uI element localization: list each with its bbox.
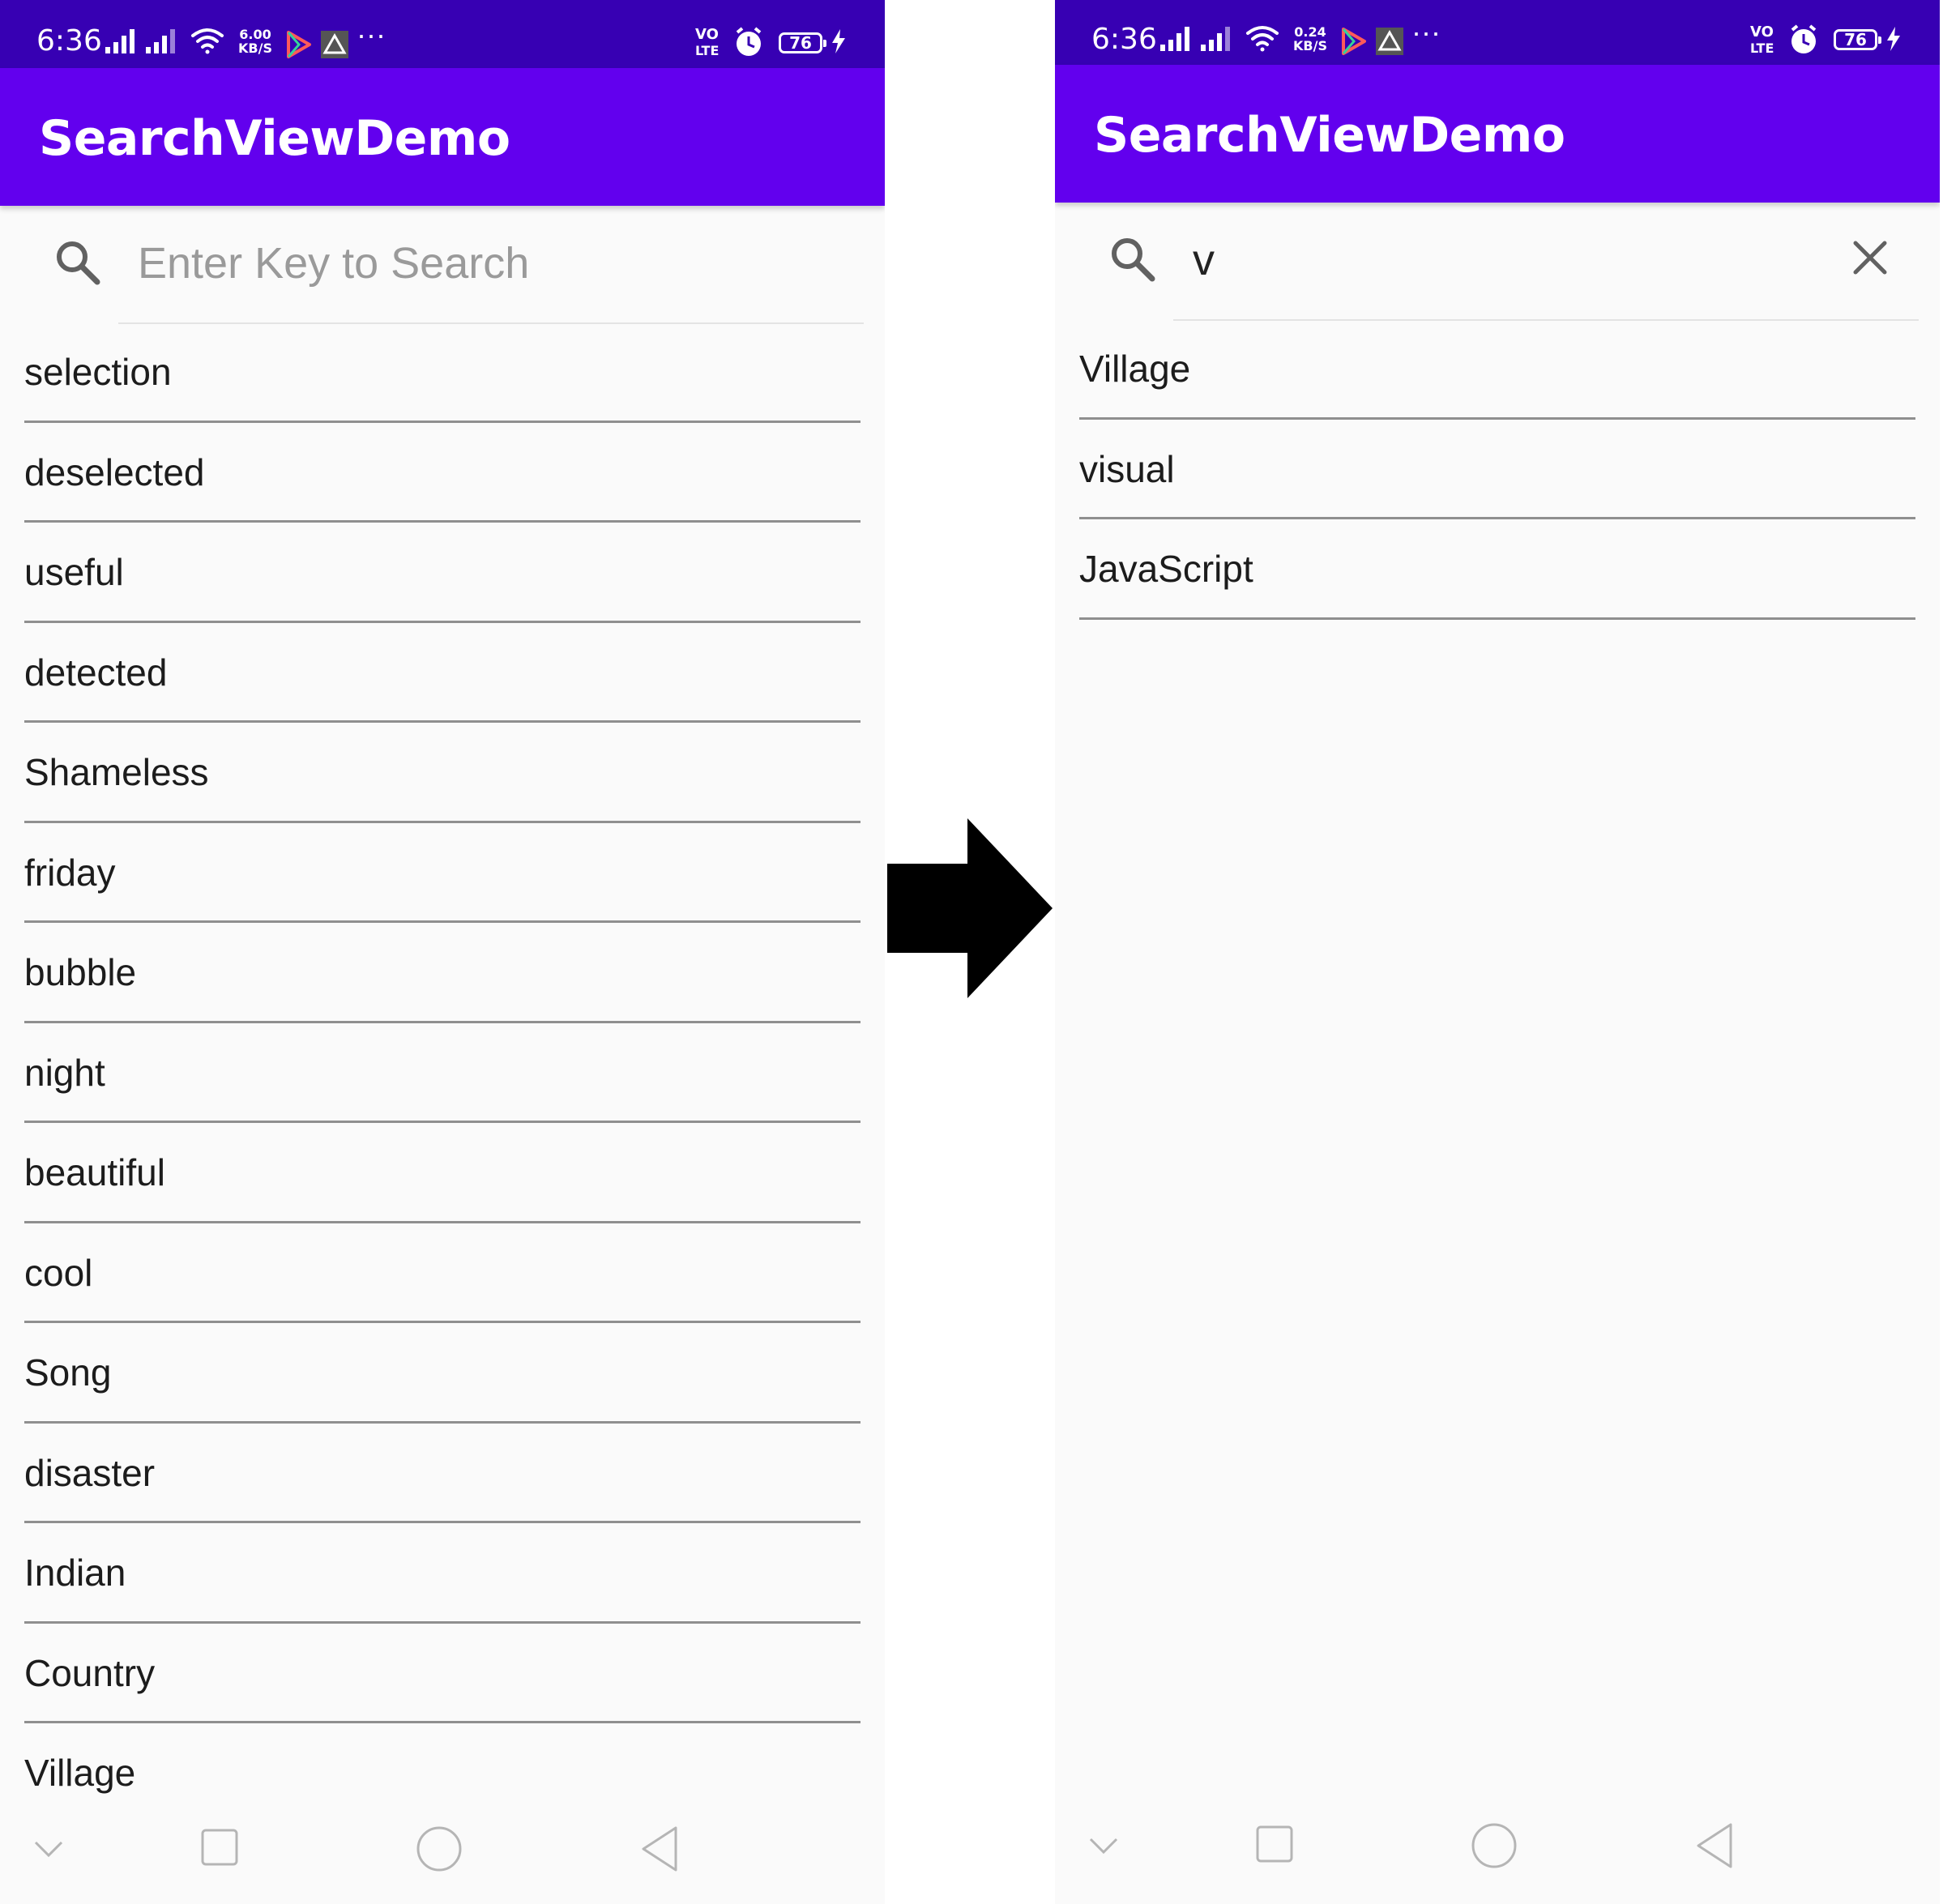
battery-icon: 76: [779, 32, 826, 53]
status-bar: 6:36 0.24 KB/S ··· VO LTE 76: [1055, 0, 1940, 65]
volte-alarm-icons: VO LTE: [695, 26, 762, 58]
list-item[interactable]: bubble: [24, 923, 860, 1023]
results-list[interactable]: Village visual JavaScript: [1079, 319, 1915, 635]
status-bar: 6:36 6.00 KB/S ··· VO LTE 76: [0, 0, 885, 68]
more-notifications-icon: ···: [1411, 15, 1441, 49]
list-item[interactable]: beautiful: [24, 1123, 860, 1223]
search-input[interactable]: [118, 235, 864, 292]
navigation-bar: [0, 1794, 885, 1904]
list-item[interactable]: detected: [24, 623, 860, 723]
cell-signal-icon: [1160, 27, 1189, 51]
back-icon[interactable]: [640, 1825, 681, 1873]
net-speed: 6.00 KB/S: [238, 27, 272, 56]
cell-signal-icon: [146, 29, 175, 53]
list-item[interactable]: selection: [24, 322, 860, 423]
charging-icon: [1887, 27, 1900, 51]
list-item[interactable]: deselected: [24, 423, 860, 523]
svg-text:LTE: LTE: [1750, 41, 1774, 56]
list-item[interactable]: Song: [24, 1323, 860, 1424]
list-item[interactable]: night: [24, 1023, 860, 1123]
list-item[interactable]: Shameless: [24, 723, 860, 823]
search-icon: [57, 241, 100, 285]
alarm-icon: [736, 27, 762, 56]
net-speed: 0.24 KB/S: [1293, 24, 1327, 53]
navigation-bar: [1055, 1791, 1940, 1901]
list-item[interactable]: disaster: [24, 1424, 860, 1523]
app-title: SearchViewDemo: [1094, 107, 1565, 164]
app-bar: SearchViewDemo: [1055, 65, 1940, 203]
signal-wifi-icons: [1160, 26, 1279, 52]
list-item[interactable]: Village: [24, 1723, 860, 1797]
cell-signal-icon: [105, 29, 135, 53]
chevron-down-icon[interactable]: [1087, 1821, 1120, 1870]
recents-icon[interactable]: [1256, 1821, 1293, 1870]
phone-screen-after: 6:36 0.24 KB/S ··· VO LTE 76 SearchViewD…: [1055, 0, 1940, 1904]
list-item[interactable]: Indian: [24, 1523, 860, 1624]
list-item[interactable]: useful: [24, 523, 860, 623]
signal-wifi-icons: [105, 28, 224, 54]
search-icon: [1112, 238, 1155, 282]
status-time: 6:36: [36, 24, 102, 58]
battery-icon: 76: [1834, 29, 1881, 50]
home-icon[interactable]: [1470, 1821, 1518, 1870]
close-icon[interactable]: [1851, 238, 1890, 277]
chevron-down-icon[interactable]: [32, 1825, 65, 1873]
search-view[interactable]: [1055, 209, 1940, 321]
back-icon[interactable]: [1695, 1821, 1736, 1870]
list-item[interactable]: Village: [1079, 319, 1915, 420]
list-item[interactable]: cool: [24, 1223, 860, 1323]
svg-text:LTE: LTE: [695, 43, 719, 58]
status-time: 6:36: [1091, 23, 1157, 56]
results-list[interactable]: selection deselected useful detected Sha…: [24, 322, 860, 1797]
charging-icon: [832, 29, 845, 53]
alarm-icon: [1791, 24, 1817, 53]
volte-alarm-icons: VO LTE: [1750, 23, 1817, 56]
list-item[interactable]: JavaScript: [1079, 519, 1915, 620]
recents-icon[interactable]: [201, 1825, 238, 1873]
home-icon[interactable]: [415, 1825, 463, 1873]
search-view[interactable]: [0, 212, 885, 324]
cell-signal-icon: [1201, 27, 1230, 51]
volte-icon: VO: [1750, 23, 1774, 41]
app-title: SearchViewDemo: [39, 110, 510, 167]
list-item[interactable]: Country: [24, 1624, 860, 1723]
search-input[interactable]: [1173, 232, 1838, 288]
list-item[interactable]: visual: [1079, 420, 1915, 519]
app-bar: SearchViewDemo: [0, 68, 885, 206]
more-notifications-icon: ···: [357, 18, 386, 51]
arrow-right-icon: [887, 818, 1053, 998]
list-item[interactable]: friday: [24, 823, 860, 923]
volte-icon: VO: [695, 26, 719, 43]
phone-screen-before: 6:36 6.00 KB/S ··· VO LTE 76 SearchViewD…: [0, 0, 885, 1904]
wifi-icon: [1246, 26, 1279, 52]
notification-icons: [287, 31, 348, 58]
notification-icons: [1342, 28, 1403, 55]
wifi-icon: [191, 28, 224, 54]
